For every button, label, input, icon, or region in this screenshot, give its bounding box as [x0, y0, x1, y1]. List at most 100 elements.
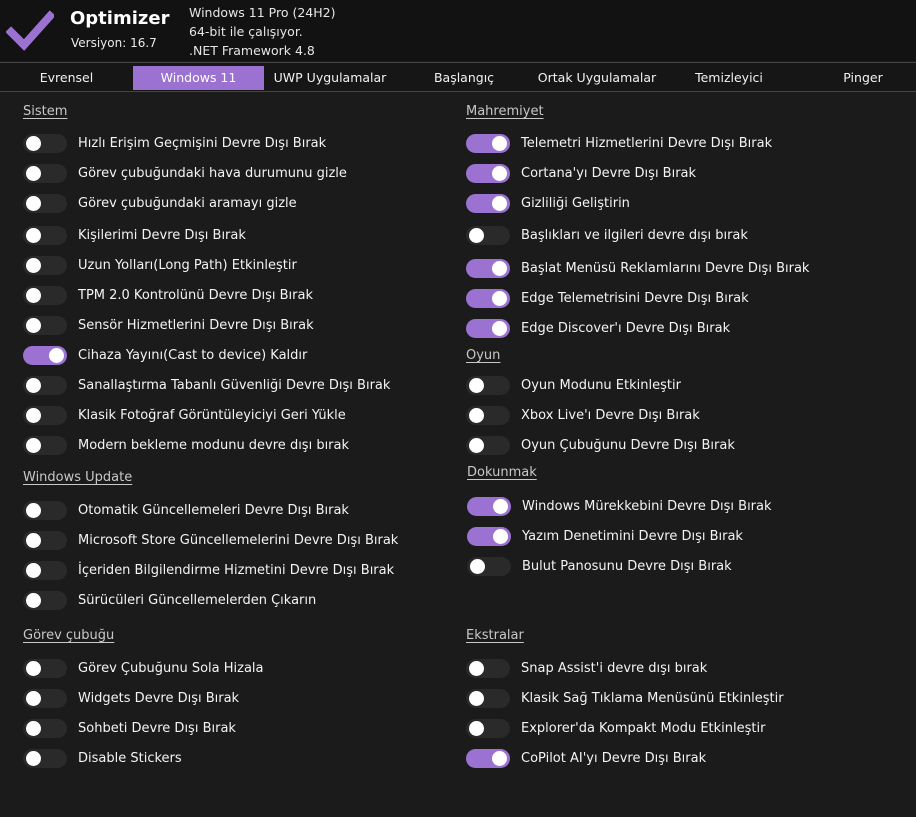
toggle-switch[interactable]	[23, 163, 67, 183]
setting-label: Görev çubuğundaki hava durumunu gizle	[78, 165, 347, 181]
tab-baslangic[interactable]: Başlangıç	[396, 66, 532, 90]
app-version: Versiyon: 16.7	[71, 36, 157, 50]
toggle-switch[interactable]	[467, 556, 511, 576]
toggle-knob	[469, 227, 484, 243]
setting-row: Hızlı Erişim Geçmişini Devre Dışı Bırak	[23, 132, 326, 154]
setting-row: Uzun Yolları(Long Path) Etkinleştir	[23, 254, 297, 276]
toggle-switch[interactable]	[466, 288, 510, 308]
setting-row: Yazım Denetimini Devre Dışı Bırak	[467, 525, 743, 547]
setting-label: CoPilot AI'yı Devre Dışı Bırak	[521, 750, 707, 766]
toggle-knob	[469, 690, 484, 706]
toggle-switch[interactable]	[23, 375, 67, 395]
toggle-switch[interactable]	[467, 526, 511, 546]
toggle-switch[interactable]	[466, 163, 510, 183]
setting-row: Disable Stickers	[23, 747, 182, 769]
setting-label: Oyun Çubuğunu Devre Dışı Bırak	[521, 437, 735, 453]
toggle-knob	[49, 347, 64, 363]
toggle-switch[interactable]	[23, 345, 67, 365]
toggle-knob	[492, 320, 507, 336]
setting-row: Edge Discover'ı Devre Dışı Bırak	[466, 317, 730, 339]
toggle-knob	[469, 720, 484, 736]
toggle-switch[interactable]	[466, 225, 510, 245]
setting-label: Sohbeti Devre Dışı Bırak	[78, 720, 236, 736]
setting-row: Sohbeti Devre Dışı Bırak	[23, 717, 236, 739]
setting-label: Başlıkları ve ilgileri devre dışı bırak	[521, 227, 748, 243]
toggle-switch[interactable]	[466, 375, 510, 395]
setting-label: Sensör Hizmetlerini Devre Dışı Bırak	[78, 317, 314, 333]
system-info: Windows 11 Pro (24H2) 64-bit ile çalışıy…	[189, 3, 335, 60]
setting-label: Explorer'da Kompakt Modu Etkinleştir	[521, 720, 766, 736]
tab-pinger[interactable]: Pinger	[796, 66, 916, 90]
toggle-switch[interactable]	[23, 560, 67, 580]
setting-label: Uzun Yolları(Long Path) Etkinleştir	[78, 257, 297, 273]
setting-label: Kişilerimi Devre Dışı Bırak	[78, 227, 246, 243]
toggle-switch[interactable]	[467, 496, 511, 516]
setting-label: Bulut Panosunu Devre Dışı Bırak	[522, 558, 732, 574]
setting-row: Görev çubuğundaki aramayı gizle	[23, 192, 297, 214]
toggle-switch[interactable]	[466, 133, 510, 153]
toggle-knob	[492, 290, 507, 306]
setting-row: İçeriden Bilgilendirme Hizmetini Devre D…	[23, 559, 394, 581]
os-version: Windows 11 Pro (24H2)	[189, 5, 336, 20]
setting-label: Xbox Live'ı Devre Dışı Bırak	[521, 407, 700, 423]
tab-evrensel[interactable]: Evrensel	[0, 66, 133, 90]
toggle-switch[interactable]	[466, 718, 510, 738]
tab-ortak-uygulamalar[interactable]: Ortak Uygulamalar	[532, 66, 662, 90]
toggle-switch[interactable]	[466, 318, 510, 338]
toggle-switch[interactable]	[23, 688, 67, 708]
setting-label: Modern bekleme modunu devre dışı bırak	[78, 437, 350, 453]
setting-label: Windows Mürekkebini Devre Dışı Bırak	[522, 498, 772, 514]
toggle-switch[interactable]	[23, 658, 67, 678]
setting-row: Windows Mürekkebini Devre Dışı Bırak	[467, 495, 772, 517]
setting-row: Edge Telemetrisini Devre Dışı Bırak	[466, 287, 749, 309]
toggle-knob	[26, 195, 41, 211]
setting-row: Sürücüleri Güncellemelerden Çıkarın	[23, 589, 316, 611]
toggle-switch[interactable]	[23, 748, 67, 768]
setting-row: CoPilot AI'yı Devre Dışı Bırak	[466, 747, 706, 769]
setting-row: Kişilerimi Devre Dışı Bırak	[23, 224, 246, 246]
toggle-switch[interactable]	[23, 530, 67, 550]
toggle-switch[interactable]	[23, 285, 67, 305]
setting-label: Klasik Sağ Tıklama Menüsünü Etkinleştir	[521, 690, 784, 706]
toggle-switch[interactable]	[23, 133, 67, 153]
setting-label: Yazım Denetimini Devre Dışı Bırak	[522, 528, 743, 544]
section-title-windows-update: Windows Update	[23, 470, 133, 485]
toggle-switch[interactable]	[23, 193, 67, 213]
toggle-knob	[26, 287, 41, 303]
toggle-switch[interactable]	[23, 315, 67, 335]
toggle-switch[interactable]	[466, 405, 510, 425]
toggle-switch[interactable]	[23, 435, 67, 455]
section-title-dokunmak: Dokunmak	[467, 465, 537, 480]
toggle-switch[interactable]	[466, 658, 510, 678]
setting-label: Başlat Menüsü Reklamlarını Devre Dışı Bı…	[521, 260, 810, 276]
toggle-switch[interactable]	[466, 688, 510, 708]
tab-windows-11[interactable]: Windows 11	[133, 66, 264, 90]
setting-row: Görev çubuğundaki hava durumunu gizle	[23, 162, 347, 184]
toggle-switch[interactable]	[23, 590, 67, 610]
toggle-switch[interactable]	[23, 718, 67, 738]
setting-label: Sürücüleri Güncellemelerden Çıkarın	[78, 592, 317, 608]
setting-row: Oyun Çubuğunu Devre Dışı Bırak	[466, 434, 735, 456]
toggle-switch[interactable]	[23, 405, 67, 425]
toggle-knob	[493, 498, 508, 514]
toggle-knob	[26, 227, 41, 243]
toggle-switch[interactable]	[466, 193, 510, 213]
toggle-switch[interactable]	[466, 435, 510, 455]
setting-row: Klasik Fotoğraf Görüntüleyiciyi Geri Yük…	[23, 404, 346, 426]
setting-label: Sanallaştırma Tabanlı Güvenliği Devre Dı…	[78, 377, 391, 393]
setting-row: Başlıkları ve ilgileri devre dışı bırak	[466, 224, 748, 246]
setting-row: Otomatik Güncellemeleri Devre Dışı Bırak	[23, 499, 349, 521]
toggle-knob	[26, 592, 41, 608]
setting-label: Gizliliği Geliştirin	[521, 195, 630, 211]
toggle-switch[interactable]	[23, 225, 67, 245]
toggle-switch[interactable]	[23, 255, 67, 275]
setting-row: Oyun Modunu Etkinleştir	[466, 374, 681, 396]
setting-label: Klasik Fotoğraf Görüntüleyiciyi Geri Yük…	[78, 407, 346, 423]
toggle-switch[interactable]	[466, 748, 510, 768]
toggle-switch[interactable]	[23, 500, 67, 520]
setting-row: Snap Assist'i devre dışı bırak	[466, 657, 707, 679]
toggle-switch[interactable]	[466, 258, 510, 278]
toggle-knob	[492, 260, 507, 276]
tab-uwp-uygulamalar[interactable]: UWP Uygulamalar	[264, 66, 396, 90]
tab-temizleyici[interactable]: Temizleyici	[662, 66, 796, 90]
